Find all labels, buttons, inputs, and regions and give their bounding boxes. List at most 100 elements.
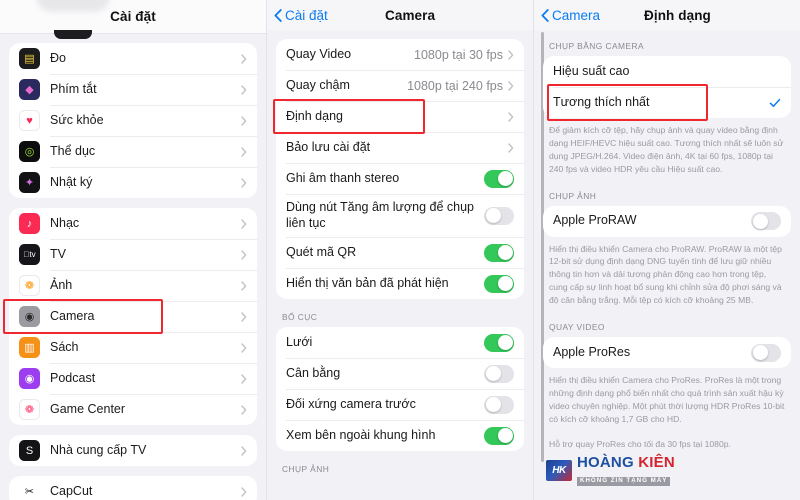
sidebar-item-camera[interactable]: ◉ Camera <box>9 301 257 332</box>
sidebar-item-label: CapCut <box>50 483 93 498</box>
capcut-app-icon: ✂ <box>19 481 40 500</box>
shortcuts-app-icon: ◆ <box>19 79 40 100</box>
sidebar-item-label: Phím tắt <box>50 81 97 96</box>
toggle-knob <box>485 366 501 382</box>
list-item-quay-ch-m[interactable]: Quay chậm 1080p tại 240 fps <box>276 70 524 101</box>
toggle-switch[interactable] <box>484 243 514 262</box>
settings-group: Lưới Cân bằng Đối xứng camera trước Xem bên… <box>276 327 524 452</box>
list-item-label: Dùng nút Tăng âm lượng để chụp liên tục <box>286 200 474 230</box>
toggle-knob <box>497 171 513 186</box>
list-item-d-ng-n-t-t-ng-m-l-ng-ch-p-li[interactable]: Dùng nút Tăng âm lượng để chụp liên tục <box>276 194 524 237</box>
toggle-switch[interactable] <box>484 426 514 445</box>
list-item-label: Đối xứng camera trước <box>286 396 416 411</box>
toggle-knob <box>497 276 513 292</box>
list-item--i-x-ng-camera-tr-c[interactable]: Đối xứng camera trước <box>276 389 524 420</box>
chevron-right-icon <box>241 146 247 157</box>
option-t-ng-th-ch-nh-t[interactable]: Tương thích nhất <box>543 87 791 118</box>
toggle-switch[interactable] <box>484 333 514 352</box>
page-title: Cài đặt <box>110 9 156 24</box>
toggle-knob <box>752 345 768 361</box>
page-title: Định dạng <box>644 7 711 23</box>
sidebar-item-nhà-cung-cấp-tv[interactable]: S Nhà cung cấp TV <box>9 435 257 466</box>
settings-group: Hiệu suất cao Tương thích nhất <box>543 56 791 118</box>
sidebar-item-label: Ảnh <box>50 277 73 292</box>
sidebar-item-nhạc[interactable]: ♪ Nhạc <box>9 208 257 239</box>
settings-group: ▤ Đo ◆ Phím tắt ♥ Sức khỏe ◎ Thể dục ✦ Nhật ký <box>9 43 257 198</box>
toggle-knob <box>497 335 513 351</box>
section-header: QUAY VIDEO <box>549 322 605 333</box>
list-item-qu-t-m-qr[interactable]: Quét mã QR <box>276 237 524 268</box>
sidebar-item-label: Nhạc <box>50 215 80 230</box>
option-hi-u-su-t-cao[interactable]: Hiệu suất cao <box>543 56 791 87</box>
list-item-value: 1080p tại 240 fps <box>407 78 503 93</box>
toggle-switch[interactable] <box>484 274 514 293</box>
sidebar-item-label: Game Center <box>50 401 126 416</box>
toggle-row-apple-prores[interactable]: Apple ProRes <box>543 337 791 368</box>
list-item-quay-video[interactable]: Quay Video 1080p tại 30 fps <box>276 39 524 70</box>
toggle-switch[interactable] <box>751 212 781 231</box>
sidebar-item-phím-tắt[interactable]: ◆ Phím tắt <box>9 74 257 105</box>
toggle-switch[interactable] <box>751 343 781 362</box>
journal-app-icon: ✦ <box>19 172 40 193</box>
sidebar-item-label: Camera <box>50 308 95 323</box>
back-button-camera[interactable]: Camera <box>534 8 600 23</box>
section-header: CHỤP ẢNH <box>549 190 597 201</box>
list-item-c-n-b-ng[interactable]: Cân bằng <box>276 358 524 389</box>
settings-panel: Cài đặt ▤ Đo ◆ Phím tắt ♥ Sức khỏe ◎ Thể dục ✦ Nh… <box>0 0 266 500</box>
chevron-right-icon <box>241 486 247 497</box>
list-item-label: Hiển thị văn bản đã phát hiện <box>286 275 449 290</box>
list-item-hi-n-th-v-n-b-n-ph-t-hi-n[interactable]: Hiển thị văn bản đã phát hiện <box>276 268 524 299</box>
settings-group: S Nhà cung cấp TV <box>9 435 257 466</box>
back-button-label: Cài đặt <box>285 7 328 23</box>
watermark-text: HOÀNG KIÊN KHÔNG ZIN TẶNG MÁY <box>577 455 675 486</box>
settings-list[interactable]: ▤ Đo ◆ Phím tắt ♥ Sức khỏe ◎ Thể dục ✦ Nhật ký ♪ Nh… <box>0 34 266 500</box>
chevron-right-icon <box>241 218 247 229</box>
measure-app-icon: ▤ <box>19 48 40 69</box>
toggle-switch[interactable] <box>484 206 514 225</box>
settings-group: Apple ProRes <box>543 337 791 369</box>
list-item-xem-b-n-ngo-i-khung-h-nh[interactable]: Xem bên ngoài khung hình <box>276 420 524 451</box>
sidebar-item-sách[interactable]: ▥ Sách <box>9 332 257 363</box>
list-item-l-i[interactable]: Lưới <box>276 327 524 358</box>
settings-group: ♪ Nhạc tv TV ❁ Ảnh ◉ Camera ▥ Sách ◉ Podcast ❁ Game … <box>9 208 257 425</box>
watermark-name: HOÀNG KIÊN <box>577 455 675 470</box>
sidebar-item-sức-khỏe[interactable]: ♥ Sức khỏe <box>9 105 257 136</box>
format-list[interactable]: CHỤP BẰNG CAMERA Hiệu suất cao Tương thích… <box>534 30 800 496</box>
toggle-switch[interactable] <box>484 169 514 188</box>
sidebar-item-podcast[interactable]: ◉ Podcast <box>9 363 257 394</box>
toggle-switch[interactable] <box>484 364 514 383</box>
sidebar-item-game-center[interactable]: ❁ Game Center <box>9 394 257 425</box>
option-label: Tương thích nhất <box>553 94 650 109</box>
sidebar-item-capcut[interactable]: ✂ CapCut <box>9 476 257 500</box>
list-item-ghi-m-thanh-stereo[interactable]: Ghi âm thanh stereo <box>276 163 524 194</box>
chevron-right-icon <box>508 49 514 60</box>
sidebar-item-thể-dục[interactable]: ◎ Thể dục <box>9 136 257 167</box>
books-app-icon: ▥ <box>19 337 40 358</box>
section-header: BỐ CỤC <box>282 312 318 323</box>
checkmark-icon <box>769 98 781 107</box>
watermark-name-part1: HOÀNG <box>577 454 634 471</box>
back-button-settings[interactable]: Cài đặt <box>267 8 328 23</box>
chevron-left-icon <box>274 8 282 22</box>
toggle-switch[interactable] <box>484 395 514 414</box>
health-app-icon: ♥ <box>19 110 40 131</box>
list-item-b-o-l-u-c-i-t[interactable]: Bảo lưu cài đặt <box>276 132 524 163</box>
list-item-label: Ghi âm thanh stereo <box>286 170 400 185</box>
list-item-value: 1080p tại 30 fps <box>414 47 503 62</box>
chevron-right-icon <box>241 84 247 95</box>
toggle-row-apple-proraw[interactable]: Apple ProRAW <box>543 206 791 237</box>
list-item-label: Quét mã QR <box>286 244 357 259</box>
chevron-right-icon <box>241 53 247 64</box>
sidebar-item-label: Podcast <box>50 370 96 385</box>
camera-settings-list[interactable]: Quay Video 1080p tại 30 fps Quay chậm 1080p… <box>267 30 533 496</box>
list-item--nh-d-ng[interactable]: Định dạng <box>276 101 524 132</box>
sidebar-item-ảnh[interactable]: ❁ Ảnh <box>9 270 257 301</box>
toggle-row-label: Apple ProRes <box>553 344 631 359</box>
sidebar-item-tv[interactable]: tv TV <box>9 239 257 270</box>
sidebar-item-nhật-ký[interactable]: ✦ Nhật ký <box>9 167 257 198</box>
chevron-right-icon <box>508 142 514 153</box>
section-header: CHỤP BẰNG CAMERA <box>549 41 644 51</box>
section-footnote: Để giảm kích cỡ tệp, hãy chụp ảnh và qua… <box>549 125 784 174</box>
settings-group: Apple ProRAW <box>543 205 791 237</box>
sidebar-item-đo[interactable]: ▤ Đo <box>9 43 257 74</box>
